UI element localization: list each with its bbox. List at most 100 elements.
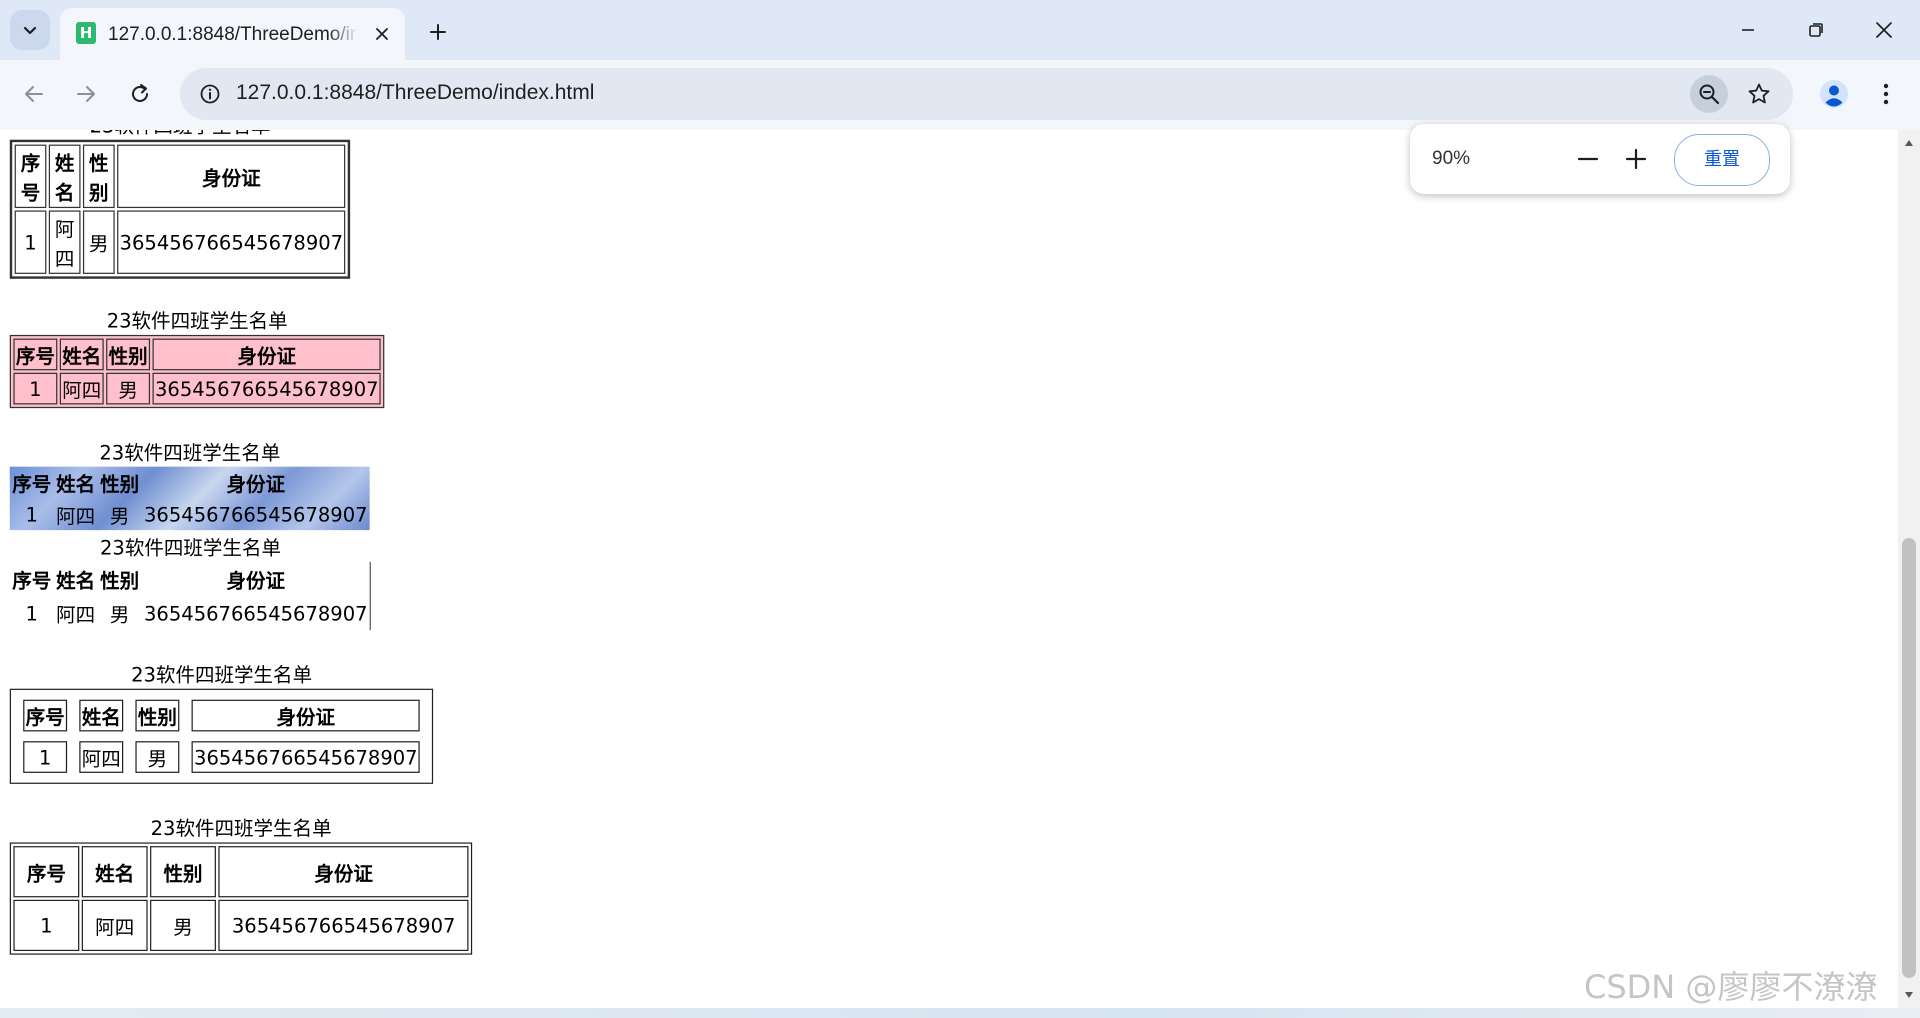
profile-button[interactable] (1812, 72, 1856, 116)
zoom-level-text: 90% (1432, 148, 1471, 169)
back-button[interactable] (12, 72, 56, 116)
table-header-row: 序号 姓名 性别 身份证 (10, 467, 370, 499)
table-cell: 男 (82, 210, 115, 274)
zoom-indicator-button[interactable] (1690, 75, 1728, 113)
header-cell: 身份证 (117, 144, 346, 209)
scrollbar-thumb[interactable] (1902, 538, 1916, 978)
table-cell: 男 (109, 603, 130, 627)
site-info-button[interactable] (192, 76, 228, 112)
header-cell: 性别 (150, 846, 216, 898)
student-table-spaced-cells: 23软件四班学生名单 序号 姓名 性别 身份证 1 阿四 男 365456766… (9, 657, 434, 784)
table-header-row: 序号 姓名 性别 身份证 (14, 144, 346, 209)
table-caption: 23软件四班学生名单 (131, 663, 313, 687)
reload-button[interactable] (118, 72, 162, 116)
table-cell: 1 (25, 601, 38, 625)
header-cell: 序号 (23, 699, 68, 732)
plus-icon (430, 24, 446, 40)
arrow-right-icon (77, 86, 95, 102)
table-cell: 阿四 (56, 603, 96, 627)
tab-strip: H 127.0.0.1:8848/ThreeDemo/index.html (0, 0, 1920, 60)
close-icon (1876, 22, 1892, 38)
table-cell: 阿四 (56, 504, 96, 528)
table-header-row: 序号 姓名 性别 身份证 (13, 338, 381, 371)
taskbar-edge (0, 1008, 1920, 1018)
triangle-down-icon (1905, 992, 1913, 998)
header-cell: 性别 (100, 472, 140, 496)
minimize-button[interactable] (1720, 8, 1776, 52)
minus-icon (1577, 157, 1599, 161)
table-caption: 23软件四班学生名单 (99, 536, 282, 560)
table-cell: 365456766545678907 (152, 372, 381, 405)
close-window-button[interactable] (1856, 8, 1912, 52)
table-cell: 阿四 (79, 741, 124, 773)
header-cell: 序号 (12, 472, 52, 496)
tab-title: 127.0.0.1:8848/ThreeDemo/index.html (108, 24, 358, 45)
table-row: 1 阿四 男 365456766545678907 (13, 372, 381, 405)
zoom-out-magnifier-icon (1699, 84, 1720, 105)
header-cell: 性别 (135, 699, 180, 732)
tab-search-button[interactable] (10, 10, 50, 50)
reload-icon (132, 84, 148, 102)
forward-button[interactable] (64, 72, 108, 116)
page-content: 23软件四班学生名单 序号 姓名 性别 身份证 1 阿四 男 365456766… (0, 130, 473, 955)
table-caption: 23软件四班学生名单 (150, 816, 332, 840)
new-tab-button[interactable] (420, 14, 456, 50)
table-caption: 23软件四班学生名单 (10, 130, 351, 140)
table-cell: 男 (135, 741, 180, 773)
header-cell: 身份证 (218, 846, 469, 898)
table-cell: 365456766545678907 (191, 741, 421, 773)
header-cell: 身份证 (191, 699, 421, 732)
header-cell: 身份证 (226, 569, 286, 593)
restore-icon (1809, 23, 1823, 37)
table-header-row: 序号 姓名 性别 身份证 (13, 846, 469, 898)
table-cell: 1 (14, 210, 47, 274)
header-cell: 姓名 (56, 569, 96, 593)
table-row: 1 阿四 男 365456766545678907 (10, 596, 371, 630)
table-caption: 23软件四班学生名单 (99, 441, 281, 465)
header-cell: 序号 (13, 846, 80, 898)
student-table-padded: 23软件四班学生名单 序号 姓名 性别 身份证 1 阿四 男 365456766… (9, 810, 473, 955)
browser-menu-button[interactable] (1864, 72, 1908, 116)
star-icon (1748, 83, 1770, 104)
plus-icon (1625, 148, 1647, 170)
tab-close-button[interactable] (370, 22, 394, 46)
table-cell: 365456766545678907 (117, 210, 346, 274)
close-icon (376, 28, 388, 40)
zoom-reset-button[interactable]: 重置 (1674, 134, 1770, 186)
table-header-row: 序号 姓名 性别 身份证 (10, 562, 371, 596)
chevron-down-icon (23, 26, 37, 35)
zoom-in-button[interactable] (1616, 139, 1656, 179)
restore-button[interactable] (1788, 8, 1844, 52)
watermark-text: CSDN @廖廖不潦潦 (1584, 968, 1878, 1006)
address-bar[interactable]: 127.0.0.1:8848/ThreeDemo/index.html (180, 68, 1793, 120)
table-cell: 男 (150, 899, 216, 952)
zoom-out-button[interactable] (1568, 139, 1608, 179)
table-cell: 1 (13, 372, 58, 405)
info-icon (200, 84, 220, 104)
table-row: 1 阿四 男 365456766545678907 (13, 899, 469, 952)
tab-active[interactable]: H 127.0.0.1:8848/ThreeDemo/index.html (60, 8, 405, 60)
triangle-up-icon (1905, 140, 1913, 146)
scroll-down-arrow[interactable] (1902, 988, 1916, 1002)
student-table-pink: 23软件四班学生名单 序号 姓名 性别 身份证 1 阿四 男 365456766… (9, 303, 385, 409)
student-table-bordered: 23软件四班学生名单 序号 姓名 性别 身份证 1 阿四 男 365456766… (9, 130, 351, 279)
header-cell: 姓名 (56, 472, 96, 496)
header-cell: 身份证 (226, 472, 286, 496)
bookmark-button[interactable] (1740, 75, 1778, 113)
table-row: 1 阿四 男 365456766545678907 (10, 498, 370, 530)
more-vertical-icon (1883, 83, 1889, 105)
header-cell: 序号 (13, 338, 58, 371)
table-cell: 1 (25, 502, 38, 526)
navigation-toolbar: 127.0.0.1:8848/ThreeDemo/index.html (0, 60, 1920, 130)
table-cell: 阿四 (59, 372, 104, 405)
vertical-scrollbar[interactable] (1898, 130, 1920, 1008)
scroll-up-arrow[interactable] (1902, 136, 1916, 150)
header-cell: 姓名 (48, 144, 81, 209)
table-cell: 1 (23, 741, 68, 773)
header-cell: 序号 (12, 569, 52, 593)
table-header-row: 序号 姓名 性别 身份证 (23, 699, 421, 732)
url-text[interactable]: 127.0.0.1:8848/ThreeDemo/index.html (236, 81, 594, 105)
table-cell: 男 (106, 372, 151, 405)
table-cell: 阿四 (48, 210, 81, 274)
header-cell: 姓名 (59, 338, 104, 371)
